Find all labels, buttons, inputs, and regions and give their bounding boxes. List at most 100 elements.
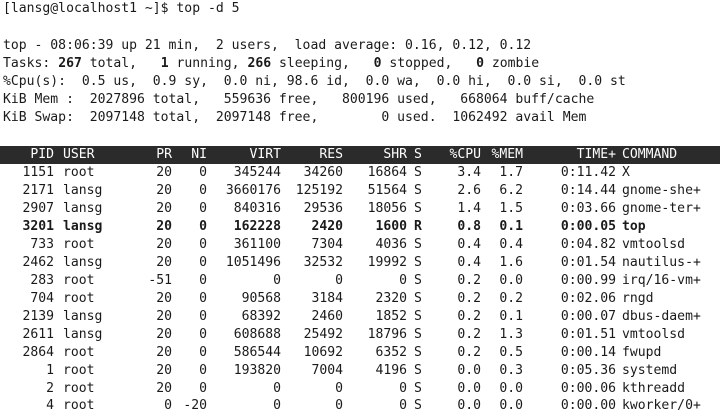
state-cell: S <box>414 345 422 360</box>
state-cell: S <box>414 381 422 396</box>
virt-cell: 68392 <box>241 309 281 324</box>
virt-cell: 90568 <box>241 291 281 306</box>
mem-cell: 0.5 <box>499 345 523 360</box>
mem-cell: 0.0 <box>499 398 523 413</box>
ni-cell: 0 <box>199 165 207 180</box>
pr-cell: 20 <box>156 327 172 342</box>
time-cell: 0:02.06 <box>560 291 616 306</box>
ni-cell: 0 <box>199 309 207 324</box>
col-time: TIME+ <box>576 147 616 162</box>
command-cell: top <box>622 219 646 234</box>
pid-cell: 2611 <box>22 327 54 342</box>
pr-cell: 20 <box>156 255 172 270</box>
pid-cell: 2462 <box>22 255 54 270</box>
state-cell: S <box>414 327 422 342</box>
col-ni: NI <box>191 147 207 162</box>
virt-cell: 608688 <box>233 327 281 342</box>
cpu-cell: 0.2 <box>457 291 481 306</box>
ni-cell: 0 <box>199 219 207 234</box>
res-cell: 25492 <box>303 327 343 342</box>
command-cell: irq/16-vm+ <box>622 273 701 288</box>
ni-cell: 0 <box>199 345 207 360</box>
mem-cell: 0.2 <box>499 291 523 306</box>
shr-cell: 1852 <box>375 309 407 324</box>
user-cell: lansg <box>63 327 103 342</box>
user-cell: root <box>63 363 95 378</box>
shr-cell: 18796 <box>367 327 407 342</box>
table-row: 2171 lansg 20 0 3660176 125192 51564 S 2.6 6.2 0:1… <box>0 182 726 200</box>
ni-cell: 0 <box>199 381 207 396</box>
pid-cell: 2 <box>46 381 54 396</box>
ni-cell: 0 <box>199 255 207 270</box>
time-cell: 0:00.00 <box>560 398 616 413</box>
user-cell: lansg <box>63 219 103 234</box>
time-cell: 0:14.44 <box>560 183 616 198</box>
virt-cell: 162228 <box>233 219 281 234</box>
pid-cell: 2864 <box>22 345 54 360</box>
mem-cell: 1.6 <box>499 255 523 270</box>
user-cell: root <box>63 398 95 413</box>
tasks-total: 267 <box>58 56 82 71</box>
cpu-cell: 0.2 <box>457 273 481 288</box>
pr-cell: 20 <box>156 345 172 360</box>
state-cell: S <box>414 398 422 413</box>
shr-cell: 0 <box>399 381 407 396</box>
res-cell: 2420 <box>311 219 343 234</box>
table-row: 2 root 20 0 0 0 0 S 0.0 0.0 0:00.06 kthreadd <box>0 380 726 398</box>
res-cell: 0 <box>335 398 343 413</box>
col-s: S <box>414 147 422 162</box>
col-virt: VIRT <box>249 147 281 162</box>
mem-cell: 1.7 <box>499 165 523 180</box>
tasks-zombie: 0 <box>476 56 484 71</box>
user-cell: root <box>63 381 95 396</box>
state-cell: R <box>414 219 422 234</box>
user-cell: lansg <box>63 183 103 198</box>
cpu-cell: 0.0 <box>457 363 481 378</box>
cpu-cell: 0.4 <box>457 237 481 252</box>
res-cell: 7004 <box>311 363 343 378</box>
user-cell: root <box>63 273 95 288</box>
cpu-cell: 1.4 <box>457 201 481 216</box>
pr-cell: 20 <box>156 201 172 216</box>
command-cell: kworker/0+ <box>622 398 701 413</box>
mem-cell: 0.3 <box>499 363 523 378</box>
table-row: 2139 lansg 20 0 68392 2460 1852 S 0.2 0.1 0:00.07 d… <box>0 308 726 326</box>
time-cell: 0:00.99 <box>560 273 616 288</box>
process-table-header: PID USER PR NI VIRT RES SHR S %CPU %MEM … <box>0 146 720 164</box>
command-cell: vmtoolsd <box>622 237 686 252</box>
col-pid: PID <box>30 147 54 162</box>
pr-cell: 20 <box>156 363 172 378</box>
pid-cell: 3201 <box>22 219 54 234</box>
res-cell: 7304 <box>311 237 343 252</box>
pid-cell: 1 <box>46 363 54 378</box>
cpu-cell: 0.2 <box>457 345 481 360</box>
state-cell: S <box>414 201 422 216</box>
shr-cell: 16864 <box>367 165 407 180</box>
user-cell: root <box>63 291 95 306</box>
virt-cell: 0 <box>273 273 281 288</box>
mem-cell: 0.0 <box>499 273 523 288</box>
pid-cell: 4 <box>46 398 54 413</box>
ni-cell: 0 <box>199 237 207 252</box>
mem-cell: 6.2 <box>499 183 523 198</box>
shr-cell: 4036 <box>375 237 407 252</box>
command-cell: gnome-ter+ <box>622 201 701 216</box>
pid-cell: 704 <box>30 291 54 306</box>
shr-cell: 4196 <box>375 363 407 378</box>
ni-cell: -20 <box>183 398 207 413</box>
pid-cell: 283 <box>30 273 54 288</box>
pid-cell: 2907 <box>22 201 54 216</box>
user-cell: root <box>63 237 95 252</box>
col-res: RES <box>319 147 343 162</box>
mem-cell: 0.4 <box>499 237 523 252</box>
time-cell: 0:00.05 <box>560 219 616 234</box>
user-cell: lansg <box>63 255 103 270</box>
col-shr: SHR <box>383 147 407 162</box>
mem-cell: 0.0 <box>499 381 523 396</box>
shr-cell: 19992 <box>367 255 407 270</box>
res-cell: 29536 <box>303 201 343 216</box>
pr-cell: 20 <box>156 219 172 234</box>
cpu-cell: 0.4 <box>457 255 481 270</box>
time-cell: 0:04.82 <box>560 237 616 252</box>
time-cell: 0:01.51 <box>560 327 616 342</box>
